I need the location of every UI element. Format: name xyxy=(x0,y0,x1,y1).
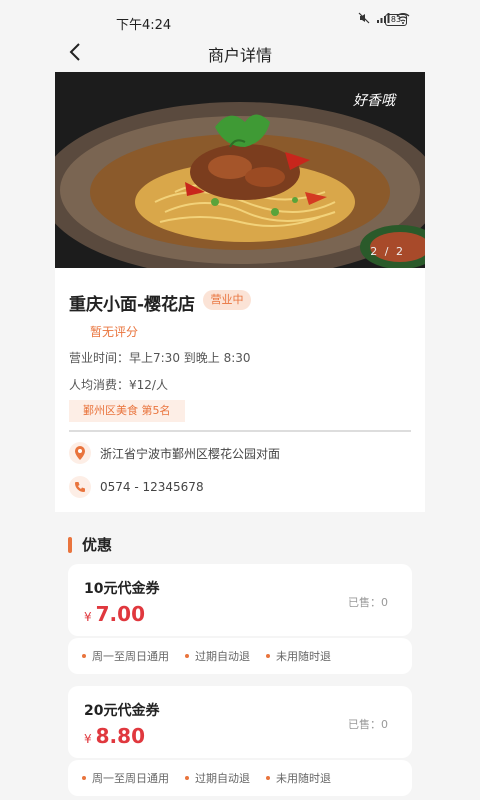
offers-section-header: 优惠 xyxy=(68,534,112,555)
address-row[interactable]: 浙江省宁波市鄞州区樱花公园对面 xyxy=(69,440,411,466)
banner-carousel[interactable]: 好香哦 2 / 2 xyxy=(55,72,425,268)
perk-text: 未用随时退 xyxy=(276,772,331,785)
bullet-dot xyxy=(185,654,189,658)
coupon-perks: 周一至周日通用 过期自动退 未用随时退 xyxy=(68,760,412,796)
perk-item: 周一至周日通用 xyxy=(82,770,169,786)
perk-text: 周一至周日通用 xyxy=(92,772,169,785)
perk-text: 未用随时退 xyxy=(276,650,331,663)
perk-item: 周一至周日通用 xyxy=(82,648,169,664)
average-cost: 人均消费：¥12/人 xyxy=(69,378,168,392)
perk-item: 未用随时退 xyxy=(266,648,331,664)
rank-tag[interactable]: 鄞州区美食 第5名 xyxy=(69,400,185,422)
price-value: 8.80 xyxy=(95,724,145,748)
phone-text: 0574 - 12345678 xyxy=(100,480,204,494)
coupon-perks: 周一至周日通用 过期自动退 未用随时退 xyxy=(68,638,412,674)
coupon-card[interactable]: 20元代金券 ¥8.80 已售：0 周一至周日通用 过期自动退 未用随时退 xyxy=(68,686,412,796)
bullet-dot xyxy=(82,776,86,780)
rating-text: 暂无评分 xyxy=(90,325,139,339)
coupon-price: ¥7.00 xyxy=(84,602,145,626)
sold-count: 已售：0 xyxy=(348,596,388,609)
phone-icon xyxy=(69,476,91,498)
sold-count: 已售：0 xyxy=(348,718,388,731)
location-pin-icon xyxy=(69,442,91,464)
bullet-dot xyxy=(266,654,270,658)
phone-row[interactable]: 0574 - 12345678 xyxy=(69,474,411,500)
bullet-dot xyxy=(82,654,86,658)
coupon-name: 20元代金券 xyxy=(84,703,160,719)
business-hours: 营业时间：早上7:30 到晚上 8:30 xyxy=(69,351,251,365)
section-title: 优惠 xyxy=(82,536,113,554)
perk-item: 未用随时退 xyxy=(266,770,331,786)
shop-info-card: 重庆小面-樱花店 营业中 暂无评分 营业时间：早上7:30 到晚上 8:30 人… xyxy=(55,268,425,512)
banner-counter: 2 / 2 xyxy=(370,245,405,258)
divider xyxy=(69,430,411,432)
perk-item: 过期自动退 xyxy=(185,770,250,786)
coupon-main[interactable]: 10元代金券 ¥7.00 已售：0 xyxy=(68,564,412,636)
currency-symbol: ¥ xyxy=(84,732,92,746)
price-value: 7.00 xyxy=(95,602,145,626)
coupon-name: 10元代金券 xyxy=(84,581,160,597)
coupon-card[interactable]: 10元代金券 ¥7.00 已售：0 周一至周日通用 过期自动退 未用随时退 xyxy=(68,564,412,674)
currency-symbol: ¥ xyxy=(84,610,92,624)
coupon-price: ¥8.80 xyxy=(84,724,145,748)
mute-icon xyxy=(358,12,370,24)
perk-item: 过期自动退 xyxy=(185,648,250,664)
nav-bar: 商户详情 xyxy=(0,34,480,70)
bullet-dot xyxy=(266,776,270,780)
status-badge: 营业中 xyxy=(203,290,251,310)
bullet-dot xyxy=(185,776,189,780)
status-time: 下午4:24 xyxy=(116,18,172,33)
shop-name: 重庆小面-樱花店 xyxy=(69,295,196,315)
battery-icon: 83 xyxy=(385,14,407,26)
page-title: 商户详情 xyxy=(207,46,272,65)
coupon-main[interactable]: 20元代金券 ¥8.80 已售：0 xyxy=(68,686,412,758)
perk-text: 过期自动退 xyxy=(195,772,250,785)
banner-tag: 好香哦 xyxy=(353,93,395,109)
perk-text: 周一至周日通用 xyxy=(92,650,169,663)
perk-text: 过期自动退 xyxy=(195,650,250,663)
address-text: 浙江省宁波市鄞州区樱花公园对面 xyxy=(100,446,281,461)
section-accent-bar xyxy=(68,536,72,553)
